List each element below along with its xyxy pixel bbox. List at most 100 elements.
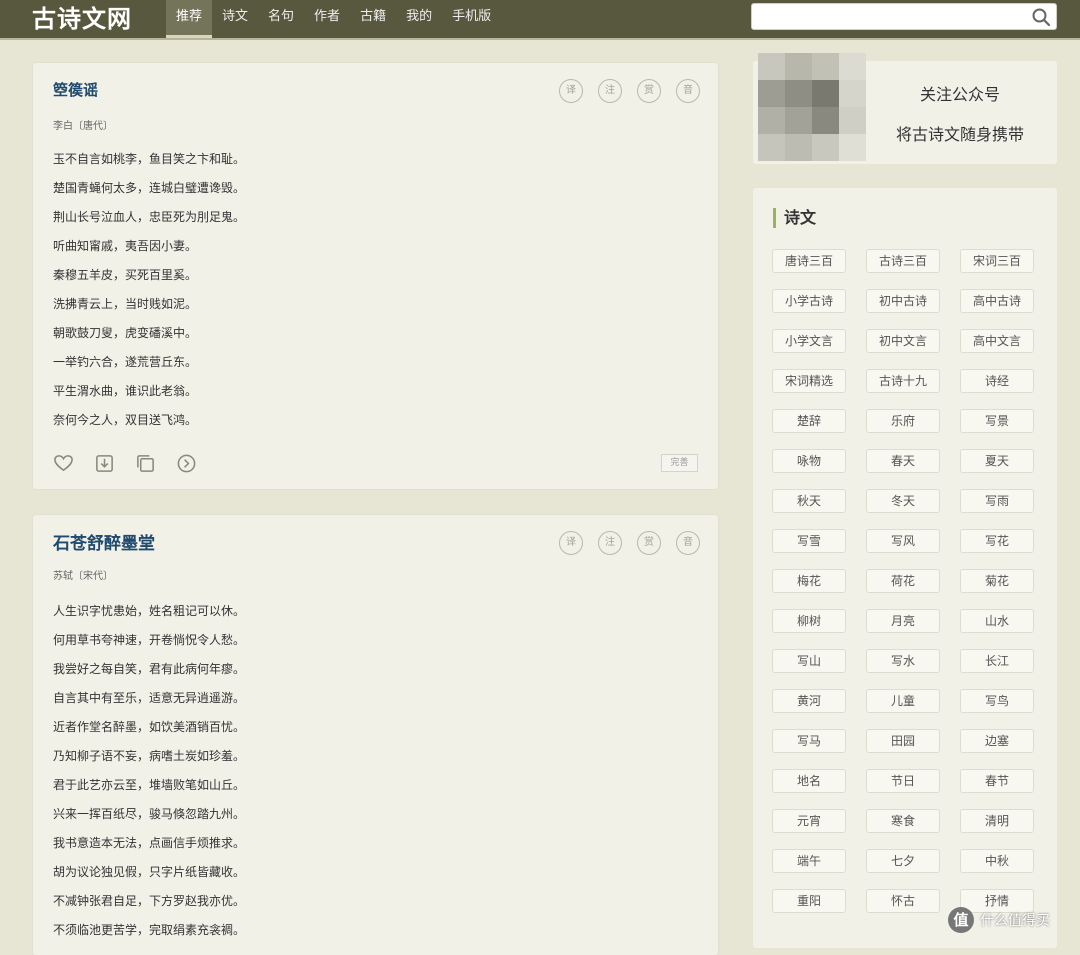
category-tag[interactable]: 清明: [960, 809, 1034, 833]
category-tag[interactable]: 诗经: [960, 369, 1034, 393]
category-tag[interactable]: 怀古: [866, 889, 940, 913]
category-tag[interactable]: 古诗三百: [866, 249, 940, 273]
site-logo[interactable]: 古诗文网: [32, 2, 132, 36]
poem-line: 奈何今之人，双目送飞鸿。: [53, 413, 198, 427]
poem-line: 一举钓六合，遂荒营丘东。: [53, 355, 198, 369]
poem-line: 秦穆五羊皮，买死百里奚。: [53, 268, 198, 282]
category-tag[interactable]: 中秋: [960, 849, 1034, 873]
complete-button[interactable]: 完善: [661, 454, 698, 472]
poem-card: 箜篌谣 李白〔唐代〕 译 注 赏 音 玉不自言如桃李，鱼目笑之卞和耻。 楚国青蝇…: [33, 63, 718, 489]
qr-code-image: [758, 53, 866, 161]
category-tag[interactable]: 夏天: [960, 449, 1034, 473]
nav-item[interactable]: 作者: [304, 0, 350, 38]
poem-line: 洗拂青云上，当时贱如泥。: [53, 297, 198, 311]
category-tag[interactable]: 古诗十九: [866, 369, 940, 393]
category-tag[interactable]: 唐诗三百: [772, 249, 846, 273]
category-tag[interactable]: 节日: [866, 769, 940, 793]
poem-line: 玉不自言如桃李，鱼目笑之卞和耻。: [53, 152, 246, 166]
category-tag[interactable]: 月亮: [866, 609, 940, 633]
category-tag[interactable]: 小学古诗: [772, 289, 846, 313]
category-tag[interactable]: 宋词三百: [960, 249, 1034, 273]
poem-line: 楚国青蝇何太多，连城白璧遭谗毁。: [53, 181, 246, 195]
category-tag[interactable]: 宋词精选: [772, 369, 846, 393]
watermark-logo: 值: [948, 907, 974, 933]
category-tag[interactable]: 田园: [866, 729, 940, 753]
poem-line: 兴来一挥百纸尽，骏马倏忽踏九州。: [53, 807, 246, 821]
category-tag[interactable]: 柳树: [772, 609, 846, 633]
category-tag[interactable]: 写风: [866, 529, 940, 553]
nav-item[interactable]: 推荐: [166, 0, 213, 38]
audio-button[interactable]: 音: [676, 79, 700, 103]
category-tag[interactable]: 寒食: [866, 809, 940, 833]
poem-line: 胡为议论独见假，只字片纸皆藏收。: [53, 865, 246, 879]
annotation-button[interactable]: 注: [598, 531, 622, 555]
category-tag[interactable]: 儿童: [866, 689, 940, 713]
poem-actions: [53, 453, 197, 474]
category-tag[interactable]: 写景: [960, 409, 1034, 433]
search-icon[interactable]: [1031, 7, 1051, 27]
category-tag[interactable]: 楚辞: [772, 409, 846, 433]
appreciation-button[interactable]: 赏: [637, 79, 661, 103]
category-tag[interactable]: 初中文言: [866, 329, 940, 353]
appreciation-button[interactable]: 赏: [637, 531, 661, 555]
category-tag[interactable]: 高中古诗: [960, 289, 1034, 313]
poem-line: 何用草书夸神速，开卷惝怳令人愁。: [53, 633, 246, 647]
translate-button[interactable]: 译: [559, 79, 583, 103]
poem-line: 荆山长号泣血人，忠臣死为刖足鬼。: [53, 210, 246, 224]
search-input[interactable]: [752, 4, 1038, 29]
category-tag[interactable]: 边塞: [960, 729, 1034, 753]
poem-title[interactable]: 箜篌谣: [53, 79, 98, 100]
category-tag[interactable]: 春节: [960, 769, 1034, 793]
category-tag[interactable]: 元宵: [772, 809, 846, 833]
poem-card: 石苍舒醉墨堂 苏轼〔宋代〕 译 注 赏 音 人生识字忧患始，姓名粗记可以休。 何…: [33, 515, 718, 955]
category-tag[interactable]: 长江: [960, 649, 1034, 673]
category-tag[interactable]: 写雪: [772, 529, 846, 553]
heart-icon[interactable]: [53, 453, 74, 474]
category-tag[interactable]: 春天: [866, 449, 940, 473]
category-tag[interactable]: 梅花: [772, 569, 846, 593]
category-tag[interactable]: 写雨: [960, 489, 1034, 513]
nav-item[interactable]: 名句: [258, 0, 304, 38]
category-tag[interactable]: 乐府: [866, 409, 940, 433]
main-nav: 推荐 诗文 名句 作者 古籍 我的 手机版: [166, 0, 501, 38]
category-tag[interactable]: 初中古诗: [866, 289, 940, 313]
category-tag[interactable]: 写花: [960, 529, 1034, 553]
poem-line: 听曲知甯戚，夷吾因小妻。: [53, 239, 198, 253]
category-tag[interactable]: 小学文言: [772, 329, 846, 353]
category-tag[interactable]: 高中文言: [960, 329, 1034, 353]
category-tag[interactable]: 冬天: [866, 489, 940, 513]
category-tag[interactable]: 黄河: [772, 689, 846, 713]
poem-title[interactable]: 石苍舒醉墨堂: [53, 529, 155, 554]
translate-button[interactable]: 译: [559, 531, 583, 555]
category-tag[interactable]: 写鸟: [960, 689, 1034, 713]
poem-author[interactable]: 李白〔唐代〕: [53, 117, 113, 132]
category-tag[interactable]: 七夕: [866, 849, 940, 873]
category-tag[interactable]: 荷花: [866, 569, 940, 593]
category-tag[interactable]: 山水: [960, 609, 1034, 633]
nav-item[interactable]: 诗文: [212, 0, 258, 38]
category-tag[interactable]: 写水: [866, 649, 940, 673]
poem-line: 乃知柳子语不妄，病嗜土炭如珍羞。: [53, 749, 246, 763]
category-tag[interactable]: 写马: [772, 729, 846, 753]
category-tag[interactable]: 地名: [772, 769, 846, 793]
copy-icon[interactable]: [135, 453, 156, 474]
nav-item[interactable]: 古籍: [350, 0, 396, 38]
audio-button[interactable]: 音: [676, 531, 700, 555]
nav-item[interactable]: 我的: [396, 0, 442, 38]
category-tag[interactable]: 写山: [772, 649, 846, 673]
poem-line: 近者作堂名醉墨，如饮美酒销百忧。: [53, 720, 246, 734]
annotation-button[interactable]: 注: [598, 79, 622, 103]
share-icon[interactable]: [176, 453, 197, 474]
watermark: 值 什么值得买: [948, 906, 1050, 934]
category-tag[interactable]: 秋天: [772, 489, 846, 513]
category-tag[interactable]: 重阳: [772, 889, 846, 913]
poem-line: 不减钟张君自足，下方罗赵我亦优。: [53, 894, 246, 908]
poem-author[interactable]: 苏轼〔宋代〕: [53, 567, 113, 582]
nav-item[interactable]: 手机版: [442, 0, 501, 38]
category-tag[interactable]: 端午: [772, 849, 846, 873]
category-tag[interactable]: 咏物: [772, 449, 846, 473]
category-tag[interactable]: 菊花: [960, 569, 1034, 593]
poem-line: 自言其中有至乐，适意无异逍遥游。: [53, 691, 246, 705]
poem-line: 人生识字忧患始，姓名粗记可以休。: [53, 604, 246, 618]
download-icon[interactable]: [94, 453, 115, 474]
